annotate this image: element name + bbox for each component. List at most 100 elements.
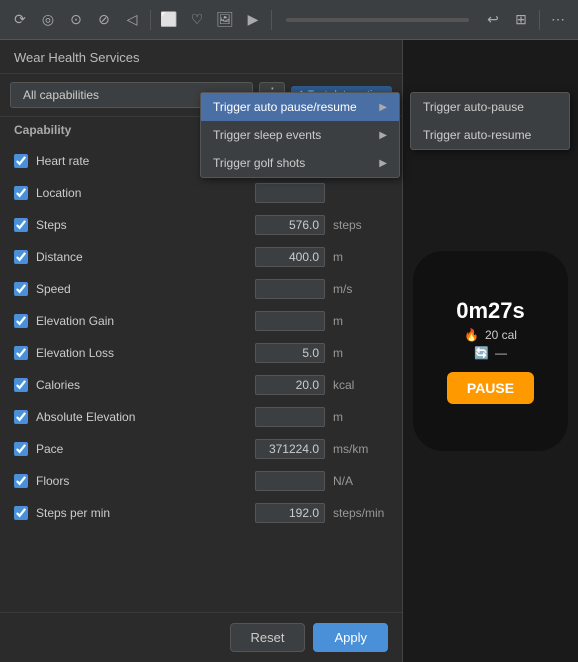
capability-name-3: Distance — [36, 250, 247, 264]
capability-name-2: Steps — [36, 218, 247, 232]
watch-refresh-row: 🔄 — — [474, 346, 507, 360]
capability-row: Steps steps — [0, 209, 402, 241]
capability-row: Steps per min steps/min — [0, 497, 402, 529]
watch-refresh: — — [495, 346, 507, 360]
watch-stats: 🔥 20 cal 🔄 — — [464, 328, 517, 360]
toolbar-icon-4[interactable]: ⊘ — [92, 8, 116, 32]
capability-row: Calorieskcal — [0, 369, 402, 401]
menu-item-label-1: Trigger sleep events — [213, 128, 321, 142]
capability-checkbox-9[interactable] — [14, 442, 28, 456]
watch-calories: 20 cal — [485, 328, 517, 342]
capability-checkbox-7[interactable] — [14, 378, 28, 392]
toolbar-icon-10[interactable]: ↩ — [481, 8, 505, 32]
app-title: Wear Health Services — [14, 50, 139, 65]
menu-arrow-0: ▶ — [379, 102, 387, 113]
toolbar-icon-6[interactable]: ⬜ — [157, 8, 181, 32]
toolbar-icon-11[interactable]: ⊞ — [509, 8, 533, 32]
capability-input-5[interactable] — [255, 311, 325, 331]
menu-arrow-2: ▶ — [379, 158, 387, 169]
capability-name-5: Elevation Gain — [36, 314, 247, 328]
capability-unit-6: m — [333, 346, 388, 360]
capability-list: Heart ratebpmLocationStepsstepsDistancem… — [0, 143, 402, 612]
capability-checkbox-1[interactable] — [14, 186, 28, 200]
toolbar-icon-7[interactable]: ♡ — [185, 8, 209, 32]
toolbar-separator-2 — [271, 10, 272, 30]
menu-item-trigger-auto-pause-resume[interactable]: Trigger auto pause/resume ▶ — [201, 93, 399, 121]
capability-unit-4: m/s — [333, 282, 388, 296]
capability-input-1[interactable] — [255, 183, 325, 203]
capability-name-10: Floors — [36, 474, 247, 488]
capability-input-10[interactable] — [255, 471, 325, 491]
watch-display: 0m27s 🔥 20 cal 🔄 — PAUSE — [413, 251, 568, 451]
capability-checkbox-5[interactable] — [14, 314, 28, 328]
capability-row: Absolute Elevation m — [0, 401, 402, 433]
capability-input-8[interactable] — [255, 407, 325, 427]
capability-name-4: Speed — [36, 282, 247, 296]
capability-checkbox-11[interactable] — [14, 506, 28, 520]
capability-name-8: Absolute Elevation — [36, 410, 247, 424]
submenu-item-auto-pause[interactable]: Trigger auto-pause — [411, 93, 569, 121]
capability-name-1: Location — [36, 186, 247, 200]
capability-checkbox-3[interactable] — [14, 250, 28, 264]
capability-unit-7: kcal — [333, 378, 388, 392]
toolbar-icon-2[interactable]: ◎ — [36, 8, 60, 32]
toolbar-icon-3[interactable]: ⊙ — [64, 8, 88, 32]
panel-title: Wear Health Services — [0, 40, 402, 74]
capability-unit-3: m — [333, 250, 388, 264]
dropdown-menu: Trigger auto pause/resume ▶ Trigger slee… — [200, 92, 400, 178]
pause-button[interactable]: PAUSE — [447, 372, 534, 404]
capability-checkbox-6[interactable] — [14, 346, 28, 360]
toolbar-icon-8[interactable]: 🖼 — [213, 8, 237, 32]
capability-input-3[interactable] — [255, 247, 325, 267]
flame-icon: 🔥 — [464, 328, 479, 342]
capability-unit-10: N/A — [333, 474, 388, 488]
toolbar-separator-1 — [150, 10, 151, 30]
toolbar: ⟳ ◎ ⊙ ⊘ ◁ ⬜ ♡ 🖼 ▶ ↩ ⊞ ⋯ — [0, 0, 578, 40]
menu-arrow-1: ▶ — [379, 130, 387, 141]
refresh-icon: 🔄 — [474, 346, 489, 360]
capability-unit-9: ms/km — [333, 442, 388, 456]
toolbar-icon-5[interactable]: ◁ — [120, 8, 144, 32]
reset-button[interactable]: Reset — [230, 623, 306, 652]
toolbar-icon-more[interactable]: ⋯ — [546, 8, 570, 32]
toolbar-icon-9[interactable]: ▶ — [241, 8, 265, 32]
capability-checkbox-4[interactable] — [14, 282, 28, 296]
capability-unit-2: steps — [333, 218, 388, 232]
capability-input-2[interactable] — [255, 215, 325, 235]
capability-checkbox-2[interactable] — [14, 218, 28, 232]
menu-item-trigger-golf-shots[interactable]: Trigger golf shots ▶ — [201, 149, 399, 177]
capability-checkbox-10[interactable] — [14, 474, 28, 488]
submenu-item-auto-resume[interactable]: Trigger auto-resume — [411, 121, 569, 149]
capability-unit-5: m — [333, 314, 388, 328]
capability-row: Speed m/s — [0, 273, 402, 305]
capability-unit-11: steps/min — [333, 506, 388, 520]
toolbar-icon-1[interactable]: ⟳ — [8, 8, 32, 32]
capability-checkbox-8[interactable] — [14, 410, 28, 424]
capability-row: Floors N/A — [0, 465, 402, 497]
capability-input-4[interactable] — [255, 279, 325, 299]
watch-calories-row: 🔥 20 cal — [464, 328, 517, 342]
main-area: Wear Health Services All capabilities ⋮ … — [0, 40, 578, 662]
capability-unit-8: m — [333, 410, 388, 424]
capability-row: Elevation Loss m — [0, 337, 402, 369]
menu-item-trigger-sleep-events[interactable]: Trigger sleep events ▶ — [201, 121, 399, 149]
capability-row: Distance m — [0, 241, 402, 273]
submenu: Trigger auto-pause Trigger auto-resume — [410, 92, 570, 150]
capability-input-9[interactable] — [255, 439, 325, 459]
capability-input-6[interactable] — [255, 343, 325, 363]
capability-row: Pacems/km — [0, 433, 402, 465]
capability-name-6: Elevation Loss — [36, 346, 247, 360]
left-panel: Wear Health Services All capabilities ⋮ … — [0, 40, 403, 662]
capability-header-label: Capability — [14, 123, 71, 137]
capability-row: Location — [0, 177, 402, 209]
capability-input-7[interactable] — [255, 375, 325, 395]
bottom-bar: Reset Apply — [0, 612, 402, 662]
menu-item-label-0: Trigger auto pause/resume — [213, 100, 357, 114]
toolbar-separator-3 — [539, 10, 540, 30]
capability-name-11: Steps per min — [36, 506, 247, 520]
capability-checkbox-0[interactable] — [14, 154, 28, 168]
apply-button[interactable]: Apply — [313, 623, 388, 652]
capability-row: Elevation Gain m — [0, 305, 402, 337]
toolbar-progress — [286, 18, 469, 22]
capability-input-11[interactable] — [255, 503, 325, 523]
